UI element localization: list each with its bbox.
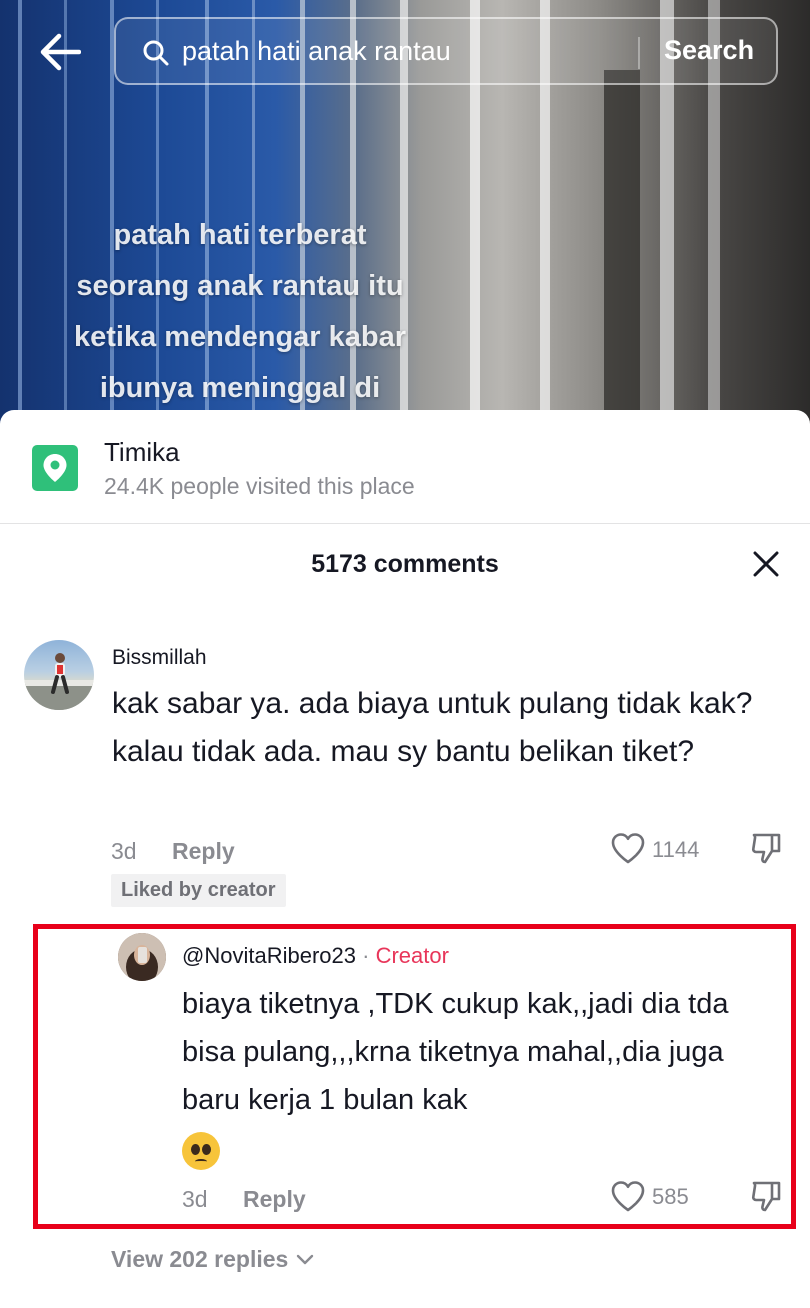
search-icon — [143, 40, 169, 66]
view-replies-button[interactable]: View 202 replies — [111, 1246, 314, 1273]
comments-count: 5173 comments — [311, 550, 499, 578]
back-button[interactable] — [34, 26, 86, 78]
caption-line: ketika mendengar kabar — [73, 321, 407, 353]
video-caption: patah hati terberat seorang anak rantau … — [50, 210, 430, 414]
video-stripe — [604, 70, 640, 430]
avatar[interactable] — [24, 640, 94, 710]
location-pin-icon — [32, 445, 78, 491]
view-replies-label: View 202 replies — [111, 1246, 289, 1272]
location-name: Timika — [104, 437, 180, 467]
search-input[interactable]: patah hati anak rantau — [182, 36, 451, 67]
reply-separator: · — [362, 943, 370, 968]
comment-time: 3d — [111, 838, 137, 864]
comment-username[interactable]: Bissmillah — [112, 646, 207, 670]
heart-icon[interactable] — [610, 1180, 646, 1212]
avatar-photo — [24, 653, 94, 710]
comment-text: kak sabar ya. ada biaya untuk pulang tid… — [112, 687, 753, 768]
creator-label: Creator — [375, 943, 449, 968]
like-count: 585 — [652, 1184, 689, 1209]
search-button[interactable]: Search — [664, 35, 754, 66]
close-icon — [753, 551, 779, 577]
reply-button[interactable]: Reply — [172, 838, 235, 865]
reply-button[interactable]: Reply — [243, 1186, 306, 1213]
creator-avatar[interactable] — [118, 933, 166, 981]
dislike-icon[interactable] — [750, 1179, 782, 1213]
like-count: 1144 — [652, 837, 700, 862]
reply-time: 3d — [182, 1186, 208, 1212]
caption-line: patah hati terberat — [113, 219, 367, 251]
liked-by-creator-badge: Liked by creator — [111, 874, 286, 907]
video-stripe — [18, 0, 22, 430]
close-button[interactable] — [750, 548, 782, 580]
heart-icon[interactable] — [610, 832, 646, 864]
back-arrow-icon — [40, 33, 81, 71]
search-divider — [638, 37, 640, 69]
caption-line: seorang anak rantau itu — [76, 270, 404, 302]
dislike-icon[interactable] — [750, 831, 782, 865]
comments-sheet: Timika 24.4K people visited this place 5… — [0, 410, 810, 1308]
location-row[interactable]: Timika 24.4K people visited this place — [0, 410, 810, 524]
reply-header: @NovitaRibero23 · Creator — [182, 943, 449, 969]
caption-line: ibunya meninggal di — [99, 372, 381, 404]
reply-username[interactable]: @NovitaRibero23 — [182, 943, 356, 968]
search-bar[interactable]: patah hati anak rantau Search — [114, 17, 778, 85]
avatar-photo — [118, 933, 166, 981]
chevron-down-icon — [297, 1254, 314, 1264]
location-visitors: 24.4K people visited this place — [104, 473, 415, 499]
pleading-face-icon — [182, 1132, 220, 1170]
reply-text: biaya tiketnya ,TDK cukup kak,,jadi dia … — [182, 988, 729, 1116]
